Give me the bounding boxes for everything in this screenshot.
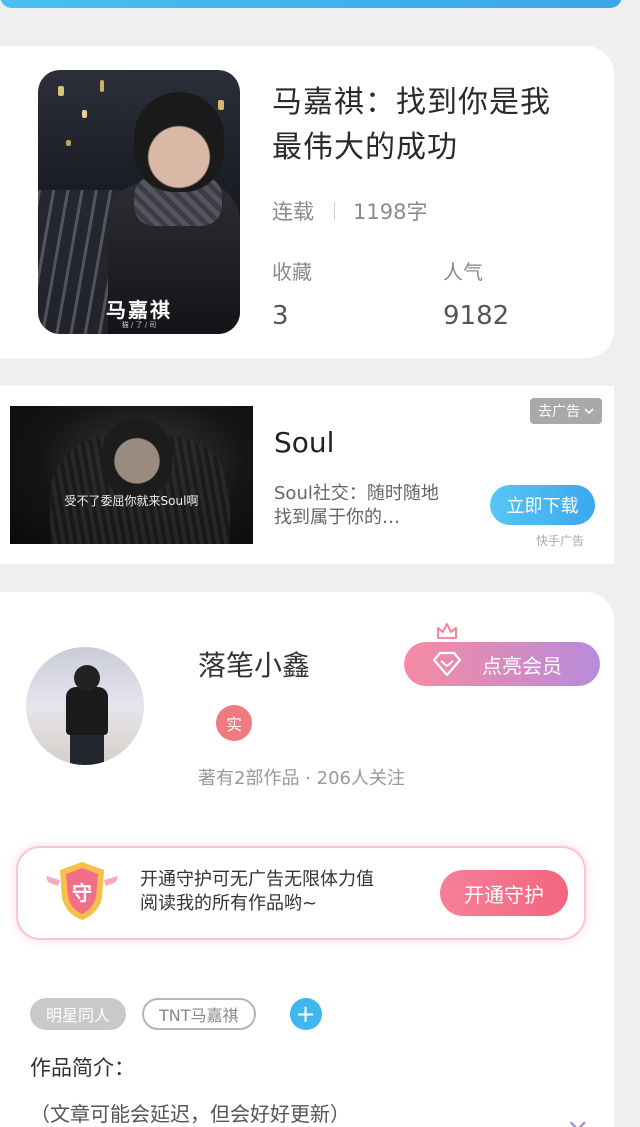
ad-card[interactable]: 受不了委屈你就来Soul啊 去广告 Soul Soul社交：随时随地找到属于你的… <box>0 386 614 564</box>
book-info-card: 马嘉祺 猫 / 了 / 司 马嘉祺：找到你是我最伟大的成功 连载 1198字 收… <box>0 46 614 358</box>
guard-promo-box: 守 开通守护可无广告无限体力值 阅读我的所有作品哟~ 开通守护 <box>16 846 586 940</box>
remove-ad-button[interactable]: 去广告 <box>530 398 602 424</box>
ad-image[interactable]: 受不了委屈你就来Soul啊 <box>10 406 253 544</box>
book-meta: 连载 1198字 <box>272 196 427 226</box>
favorites-value: 3 <box>272 301 289 331</box>
book-title: 马嘉祺：找到你是我最伟大的成功 <box>272 85 551 165</box>
cover-figure-head <box>134 92 224 192</box>
open-guard-button[interactable]: 开通守护 <box>440 870 568 916</box>
author-name[interactable]: 落笔小鑫 <box>198 644 310 684</box>
favorites-label: 收藏 <box>272 260 312 284</box>
close-icon[interactable]: × <box>566 1112 589 1127</box>
guard-line-1: 开通守护可无广告无限体力值 <box>140 869 374 890</box>
author-avatar[interactable] <box>26 647 144 765</box>
author-card: 落笔小鑫 实 著有2部作品 · 206人关注 点亮会员 守 开通守护可无广告无限… <box>0 592 614 1127</box>
remove-ad-label: 去广告 <box>538 404 580 420</box>
meta-divider <box>334 202 335 220</box>
ad-download-button[interactable]: 立即下载 <box>490 485 595 525</box>
shield-icon: 守 <box>46 862 118 920</box>
book-status: 连载 <box>272 200 314 224</box>
author-stats: 著有2部作品 · 206人关注 <box>198 768 405 789</box>
book-word-count: 1198字 <box>353 200 428 224</box>
ad-description[interactable]: Soul社交：随时随地找到属于你的… <box>274 482 456 530</box>
avatar-figure-body <box>66 687 108 735</box>
cover-light <box>58 86 64 96</box>
popularity-label: 人气 <box>443 260 483 284</box>
guard-text: 开通守护可无广告无限体力值 阅读我的所有作品哟~ <box>140 868 374 916</box>
ad-title[interactable]: Soul <box>274 426 334 459</box>
guard-line-2: 阅读我的所有作品哟~ <box>140 893 318 914</box>
cover-light <box>66 140 71 146</box>
intro-text: （文章可能会延迟，但会好好更新） <box>30 1102 350 1126</box>
tag-list: 明星同人 TNT马嘉祺 + <box>30 998 322 1030</box>
cover-light <box>218 100 224 110</box>
top-bar <box>0 0 622 8</box>
diamond-icon <box>432 651 462 677</box>
favorites-stat: 收藏 3 <box>272 256 312 331</box>
ad-image-caption: 受不了委屈你就来Soul啊 <box>64 494 199 508</box>
popularity-value: 9182 <box>443 301 510 331</box>
shield-label: 守 <box>72 881 92 905</box>
popularity-stat: 人气 9182 <box>443 256 509 331</box>
avatar-figure-legs <box>70 733 104 765</box>
ad-image-face <box>102 418 172 496</box>
intro-heading: 作品简介： <box>30 1056 135 1080</box>
tag-item[interactable]: 明星同人 <box>30 998 127 1030</box>
cover-light <box>82 110 87 118</box>
verified-badge: 实 <box>216 705 252 741</box>
cover-subtitle: 猫 / 了 / 司 <box>121 321 157 329</box>
book-cover[interactable]: 马嘉祺 猫 / 了 / 司 <box>38 70 240 334</box>
vip-label: 点亮会员 <box>482 653 562 678</box>
crown-icon <box>437 623 457 639</box>
add-tag-button[interactable]: + <box>289 998 322 1030</box>
avatar-figure-head <box>74 665 100 691</box>
tag-item[interactable]: TNT马嘉祺 <box>142 998 256 1030</box>
vip-button[interactable]: 点亮会员 <box>404 642 600 686</box>
cover-title: 马嘉祺 <box>106 298 172 322</box>
ad-source-label: 快手广告 <box>536 534 585 548</box>
cover-light <box>100 80 104 92</box>
chevron-down-icon <box>584 403 594 419</box>
